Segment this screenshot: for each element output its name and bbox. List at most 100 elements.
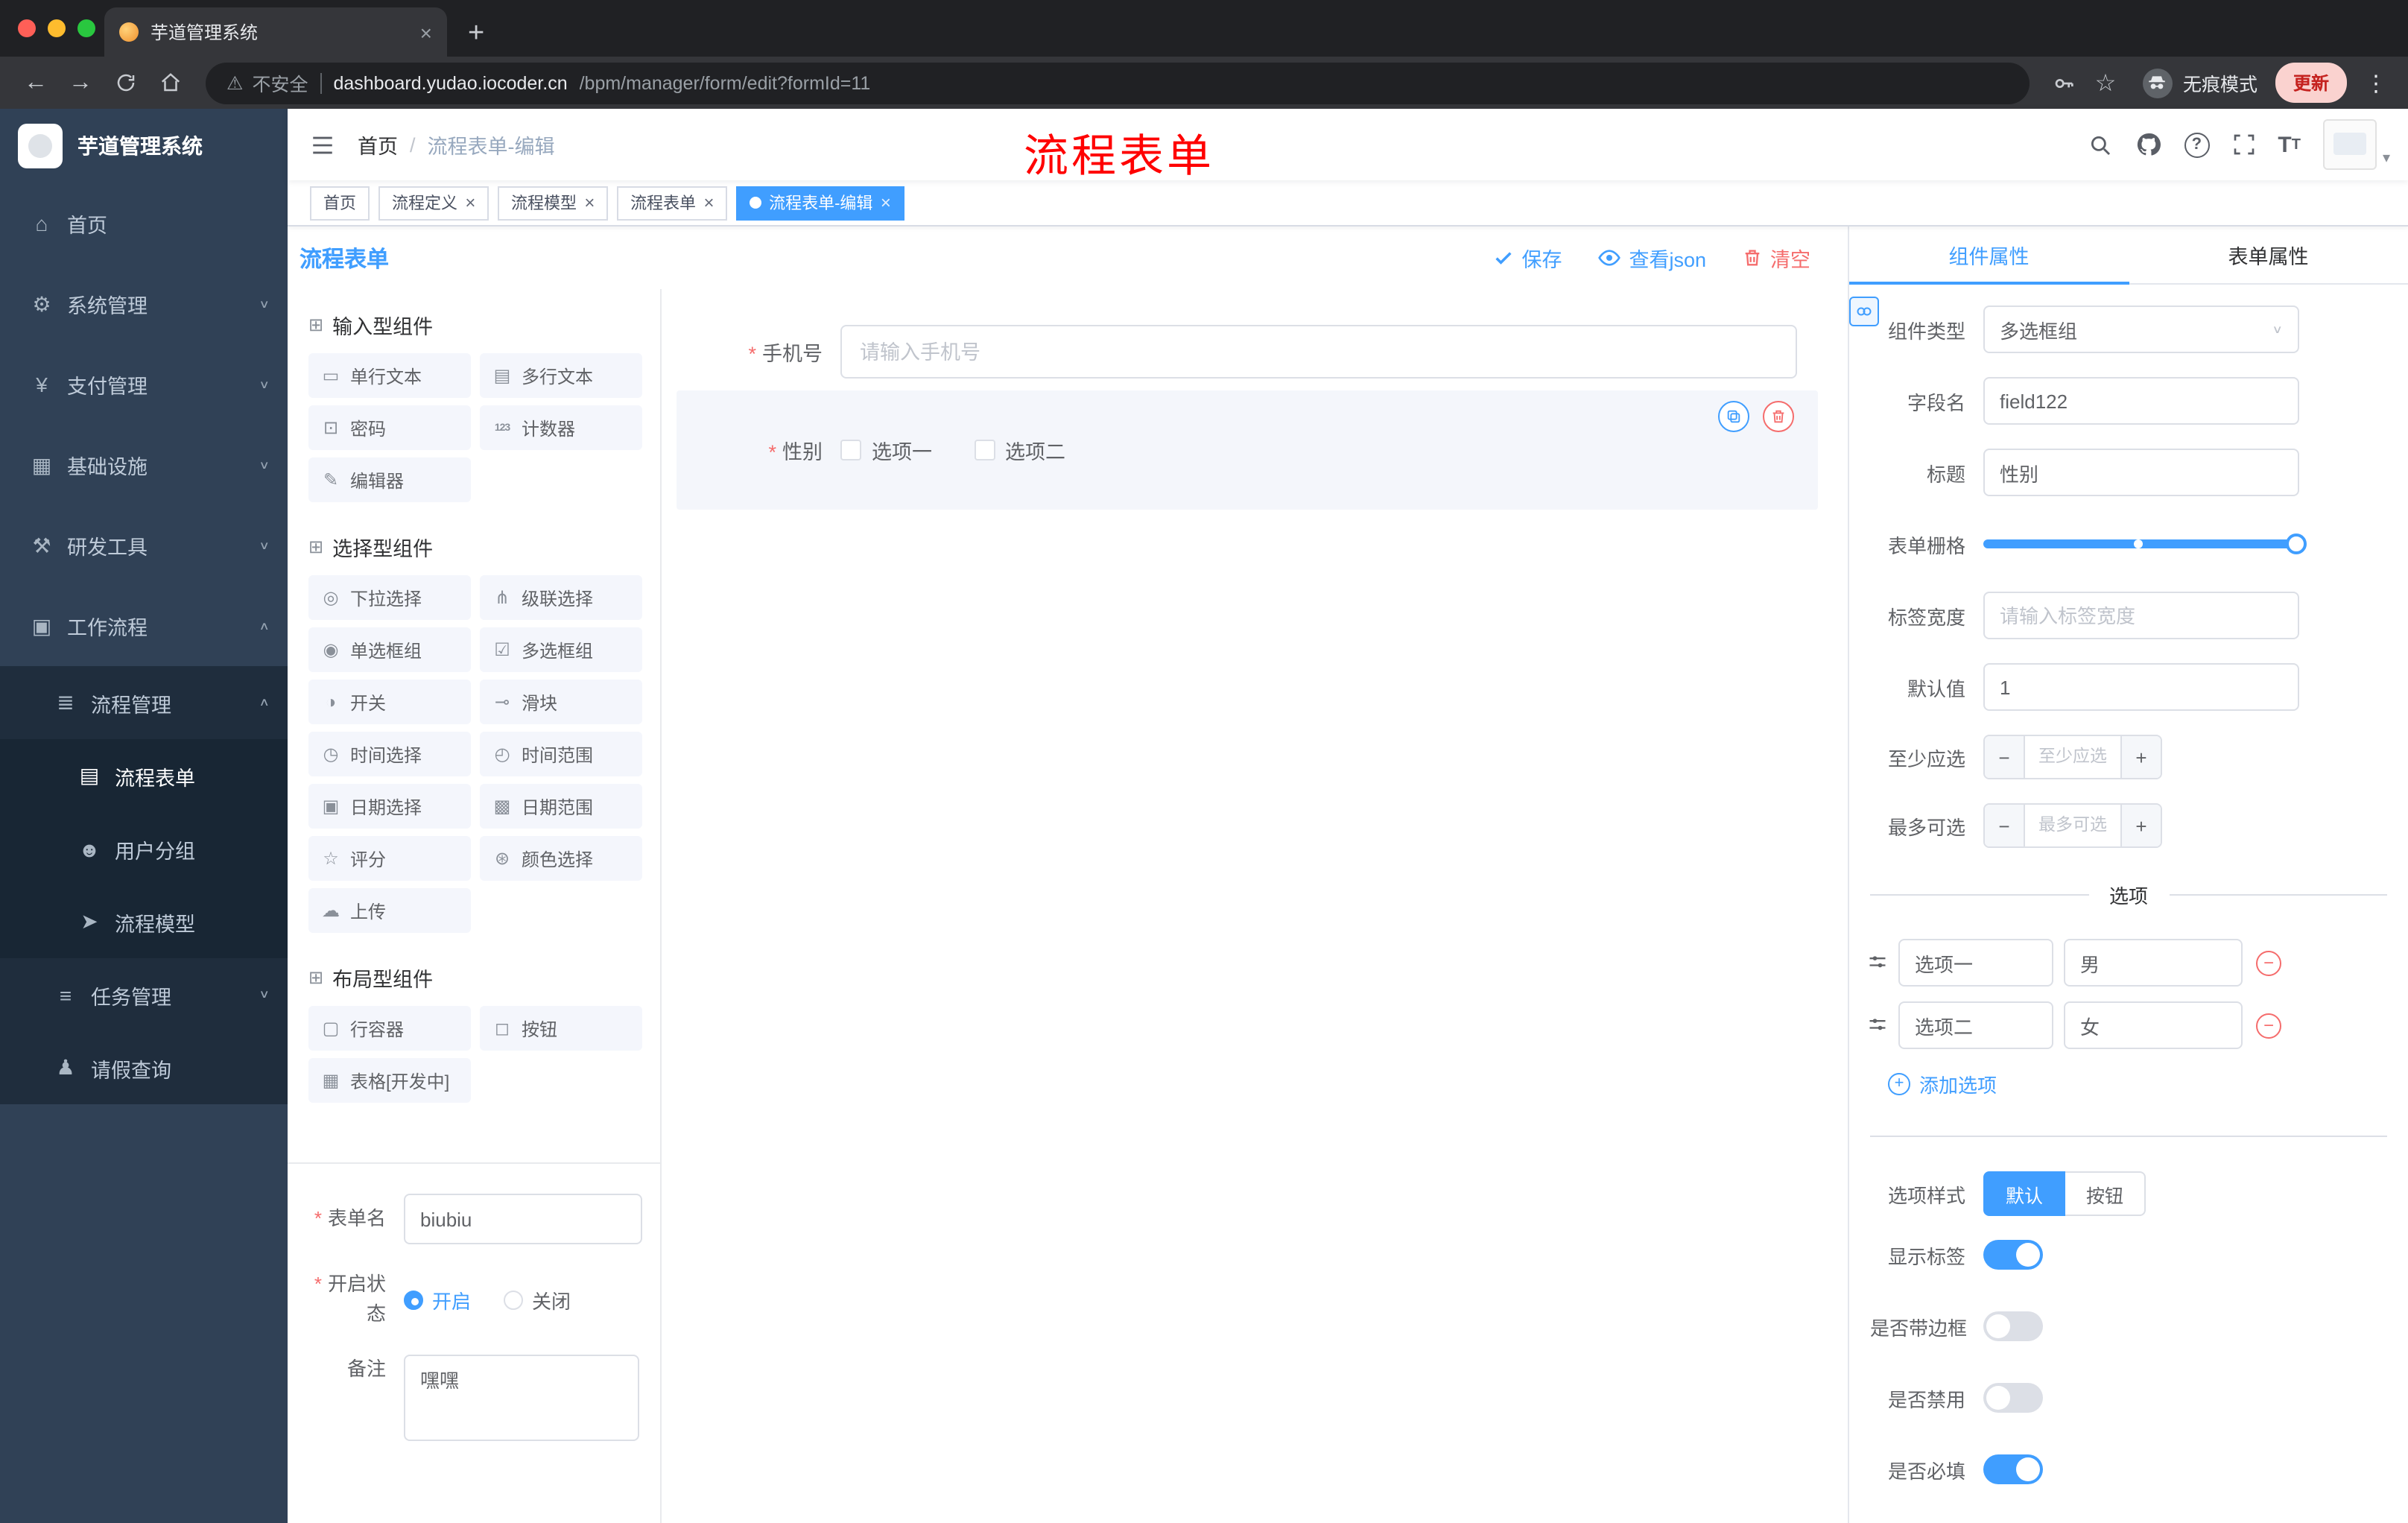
palette-item-switch[interactable]: ◑ 开关 [308,680,471,724]
sidebar-item-system-management[interactable]: ⚙ 系统管理 ∨ [0,264,288,344]
tag-process-model[interactable]: 流程模型 × [498,186,609,220]
close-window-button[interactable] [18,19,36,37]
browser-tab[interactable]: 芋道管理系统 × [104,7,447,57]
palette-item-color-picker[interactable]: ⊛ 颜色选择 [480,836,642,881]
component-type-select[interactable]: 多选框组 ∨ [1983,305,2299,353]
fullscreen-icon[interactable] [2231,133,2255,156]
copy-field-icon[interactable] [1718,401,1749,432]
palette-item-cascader[interactable]: ⋔ 级联选择 [480,575,642,620]
slider-handle[interactable] [2286,533,2307,554]
palette-item-radio-group[interactable]: ◉ 单选框组 [308,627,471,672]
tag-process-form-edit[interactable]: 流程表单-编辑 × [736,186,904,220]
option-value-input[interactable] [2064,1001,2243,1049]
back-icon[interactable]: ← [15,62,57,104]
delete-field-icon[interactable] [1763,401,1794,432]
status-off-radio[interactable]: 关闭 [504,1285,571,1314]
palette-item-slider[interactable]: ⊸ 滑块 [480,680,642,724]
update-button[interactable]: 更新 [2275,63,2347,103]
checkbox-option[interactable]: 选项二 [974,435,1065,465]
bookmark-star-icon[interactable]: ☆ [2086,63,2125,102]
remark-textarea[interactable]: 嘿嘿 [404,1355,639,1441]
font-size-icon[interactable]: TT [2278,132,2301,157]
phone-input[interactable] [840,325,1797,379]
tag-close-icon[interactable]: × [584,194,595,212]
new-tab-button[interactable]: + [468,19,484,48]
style-button-button[interactable]: 按钮 [2065,1171,2146,1216]
home-icon[interactable] [149,62,191,104]
required-switch[interactable] [1983,1454,2043,1484]
add-option-button[interactable]: + 添加选项 [1888,1070,2408,1098]
sidebar-item-process-management[interactable]: ≣ 流程管理 ∧ [0,666,288,739]
sidebar-item-task-management[interactable]: ≡ 任务管理 ∨ [0,958,288,1031]
sidebar-item-payment-management[interactable]: ¥ 支付管理 ∨ [0,344,288,425]
link-icon[interactable] [1849,297,1879,326]
sidebar-item-dev-tools[interactable]: ⚒ 研发工具 ∨ [0,505,288,586]
forward-icon[interactable]: → [60,62,101,104]
gender-field[interactable]: 性别 选项一 选项二 [677,435,1818,465]
app-logo-row[interactable]: 芋道管理系统 [0,109,288,183]
show-label-switch[interactable] [1983,1240,2043,1270]
sidebar-item-process-form[interactable]: ▤ 流程表单 [0,739,288,812]
circle-minus-icon[interactable]: − [2256,950,2281,975]
phone-field[interactable]: 手机号 [662,325,1848,379]
label-width-input[interactable] [1983,592,2299,639]
palette-item-counter[interactable]: 123 计数器 [480,405,642,450]
palette-item-row-container[interactable]: ▢ 行容器 [308,1006,471,1051]
password-key-icon[interactable] [2044,63,2083,102]
option-value-input[interactable] [2064,939,2243,987]
default-value-input[interactable] [1983,663,2299,711]
palette-item-date-picker[interactable]: ▣ 日期选择 [308,784,471,829]
style-default-button[interactable]: 默认 [1983,1171,2066,1216]
action-clear-button[interactable]: 清空 [1742,243,1810,273]
sidebar-item-leave-query[interactable]: ♟ 请假查询 [0,1031,288,1104]
github-icon[interactable] [2135,131,2161,158]
palette-item-select[interactable]: ◎ 下拉选择 [308,575,471,620]
sidebar-item-infrastructure[interactable]: ▦ 基础设施 ∨ [0,425,288,505]
breadcrumb-home[interactable]: 首页 [358,130,398,159]
palette-item-upload[interactable]: ☁ 上传 [308,888,471,933]
disabled-switch[interactable] [1983,1383,2043,1413]
palette-item-table-dev[interactable]: ▦ 表格[开发中] [308,1058,471,1103]
bordered-switch[interactable] [1983,1311,2043,1341]
action-view-json-button[interactable]: 查看json [1597,243,1706,273]
action-save-button[interactable]: 保存 [1493,243,1562,273]
title-input[interactable] [1983,449,2299,496]
sidebar-item-workflow[interactable]: ▣ 工作流程 ∧ [0,586,288,666]
circle-minus-icon[interactable]: − [2256,1013,2281,1038]
status-on-radio[interactable]: 开启 [404,1285,471,1314]
palette-item-time-picker[interactable]: ◷ 时间选择 [308,732,471,776]
field-name-input[interactable] [1983,377,2299,425]
search-icon[interactable] [2087,132,2112,157]
plus-button[interactable]: + [2120,805,2161,846]
drag-handle-icon[interactable] [1867,952,1888,973]
tag-process-definition[interactable]: 流程定义 × [378,186,489,220]
palette-item-checkbox-group[interactable]: ☑ 多选框组 [480,627,642,672]
palette-item-editor[interactable]: ✎ 编辑器 [308,457,471,502]
palette-item-button[interactable]: ◻ 按钮 [480,1006,642,1051]
palette-item-single-line-text[interactable]: ▭ 单行文本 [308,353,471,398]
option-name-input[interactable] [1898,939,2053,987]
tag-home[interactable]: 首页 [310,186,370,220]
palette-item-rate[interactable]: ☆ 评分 [308,836,471,881]
reload-icon[interactable] [104,62,146,104]
address-bar[interactable]: ⚠ 不安全 dashboard.yudao.iocoder.cn/bpm/man… [206,62,2030,104]
checkbox-option[interactable]: 选项一 [840,435,932,465]
user-menu[interactable]: ▾ [2322,119,2390,170]
checkbox-icon[interactable] [974,440,995,460]
help-icon[interactable]: ? [2184,132,2210,157]
minus-button[interactable]: − [1985,736,2025,778]
palette-item-password[interactable]: ⊡ 密码 [308,405,471,450]
tab-close-icon[interactable]: × [420,22,432,42]
sidebar-item-process-model[interactable]: ➤ 流程模型 [0,885,288,958]
option-name-input[interactable] [1898,1001,2053,1049]
max-select-input[interactable] [2025,805,2120,846]
browser-menu-icon[interactable]: ⋮ [2365,69,2387,96]
collapse-sidebar-icon[interactable] [288,132,358,157]
palette-item-date-range[interactable]: ▩ 日期范围 [480,784,642,829]
tab-component-props[interactable]: 组件属性 [1849,227,2129,285]
tag-process-form[interactable]: 流程表单 × [617,186,728,220]
checkbox-icon[interactable] [840,440,861,460]
minus-button[interactable]: − [1985,805,2025,846]
tag-close-icon[interactable]: × [703,194,714,212]
minimize-window-button[interactable] [48,19,66,37]
